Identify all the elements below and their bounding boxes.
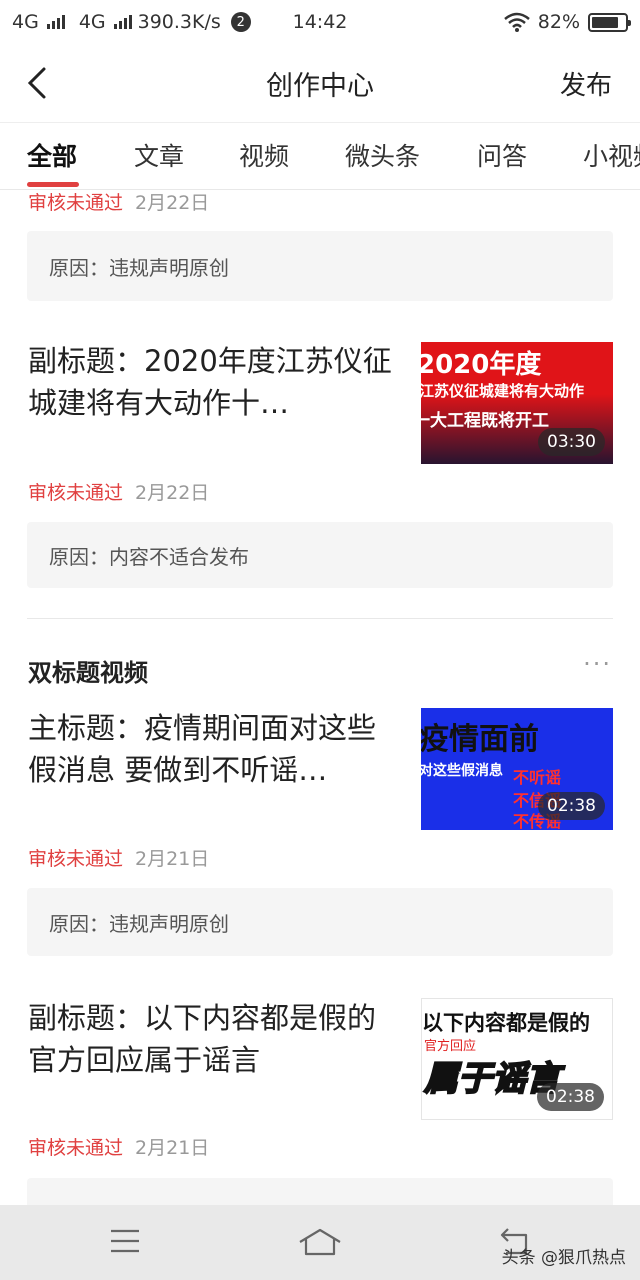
video-thumbnail[interactable]: 疫情面前 对这些假消息 不听谣 不信谣 不传谣 02:38 <box>421 708 613 830</box>
review-meta: 审核未通过 2月22日 <box>28 478 209 505</box>
publish-date: 2月22日 <box>135 482 210 504</box>
signal-icon <box>46 15 65 29</box>
thumbnail-caption: 不听谣 <box>513 768 562 787</box>
review-meta: 审核未通过 2月21日 <box>28 1133 209 1160</box>
rejection-reason: 原因：违规声明原创 <box>27 231 613 301</box>
more-options-icon[interactable]: ··· <box>583 650 612 678</box>
publish-date: 2月21日 <box>135 1137 210 1159</box>
tab-short-videos[interactable]: 小视频 <box>583 137 640 173</box>
system-nav-bar: 头条 @狠爪热点 <box>0 1205 640 1280</box>
tab-videos[interactable]: 视频 <box>239 137 289 173</box>
video-duration: 03:30 <box>538 428 605 456</box>
thumbnail-caption: 疫情面前 <box>421 722 539 757</box>
post-title[interactable]: 主标题：疫情期间面对这些假消息 要做到不听谣… <box>28 707 398 791</box>
tab-all[interactable]: 全部 <box>27 137 77 173</box>
notification-count-badge: 2 <box>230 12 251 32</box>
review-meta: 审核未通过 2月21日 <box>28 844 209 871</box>
publish-button[interactable]: 发布 <box>560 65 612 102</box>
divider <box>27 618 613 619</box>
signal-icon <box>113 15 132 29</box>
active-tab-indicator <box>27 182 79 187</box>
group-heading: 双标题视频 <box>28 659 148 687</box>
home-icon[interactable] <box>298 1227 342 1257</box>
thumbnail-caption: 江苏仪征城建将有大动作 <box>421 382 585 400</box>
video-duration: 02:38 <box>538 792 605 820</box>
tab-qa[interactable]: 问答 <box>477 137 527 173</box>
thumbnail-caption: 2020年度 <box>421 350 542 380</box>
review-status: 审核未通过 <box>28 192 124 214</box>
video-thumbnail[interactable]: 2020年度 江苏仪征城建将有大动作 一大工程既将开工 03:30 <box>421 342 613 464</box>
tab-articles[interactable]: 文章 <box>134 137 184 173</box>
post-title[interactable]: 副标题：2020年度江苏仪征城建将有大动作十… <box>28 340 398 424</box>
page-title: 创作中心 <box>266 70 374 102</box>
thumbnail-caption: 以下内容都是假的 <box>422 1011 590 1035</box>
wifi-icon <box>503 12 530 32</box>
tab-micro-headlines[interactable]: 微头条 <box>345 137 420 173</box>
menu-icon[interactable] <box>109 1227 141 1255</box>
rejection-reason: 原因：内容不适合发布 <box>27 1178 613 1205</box>
video-duration: 02:38 <box>537 1083 604 1111</box>
network-type-2: 4G <box>78 11 106 33</box>
network-speed: 390.3K/s <box>137 11 221 33</box>
post-title[interactable]: 副标题：以下内容都是假的官方回应属于谣言 <box>28 997 398 1081</box>
battery-icon <box>588 12 631 32</box>
rejection-reason: 原因：违规声明原创 <box>27 888 613 956</box>
nav-bar: 创作中心 发布 <box>0 44 640 122</box>
rejection-reason: 原因：内容不适合发布 <box>27 522 613 588</box>
review-status: 审核未通过 <box>28 848 124 870</box>
thumbnail-caption: 对这些假消息 <box>421 763 503 779</box>
status-bar: 4G 4G 390.3K/s 2 14:42 82% <box>0 0 640 44</box>
publish-date: 2月22日 <box>135 192 210 214</box>
review-meta: 审核未通过 2月22日 <box>28 190 209 215</box>
thumbnail-caption: 一大工程既将开工 <box>421 411 549 431</box>
content-list[interactable]: 审核未通过 2月22日 原因：违规声明原创 副标题：2020年度江苏仪征城建将有大… <box>0 190 640 1205</box>
network-type-1: 4G <box>12 11 39 33</box>
battery-percent: 82% <box>537 11 580 33</box>
category-tabs: 全部 文章 视频 微头条 问答 小视频 <box>0 122 640 190</box>
review-status: 审核未通过 <box>28 482 124 504</box>
publish-date: 2月21日 <box>135 848 210 870</box>
review-status: 审核未通过 <box>28 1137 124 1159</box>
video-thumbnail[interactable]: 以下内容都是假的 官方回应 属于谣言 02:38 <box>421 998 613 1120</box>
watermark: 头条 @狠爪热点 <box>501 1248 626 1268</box>
